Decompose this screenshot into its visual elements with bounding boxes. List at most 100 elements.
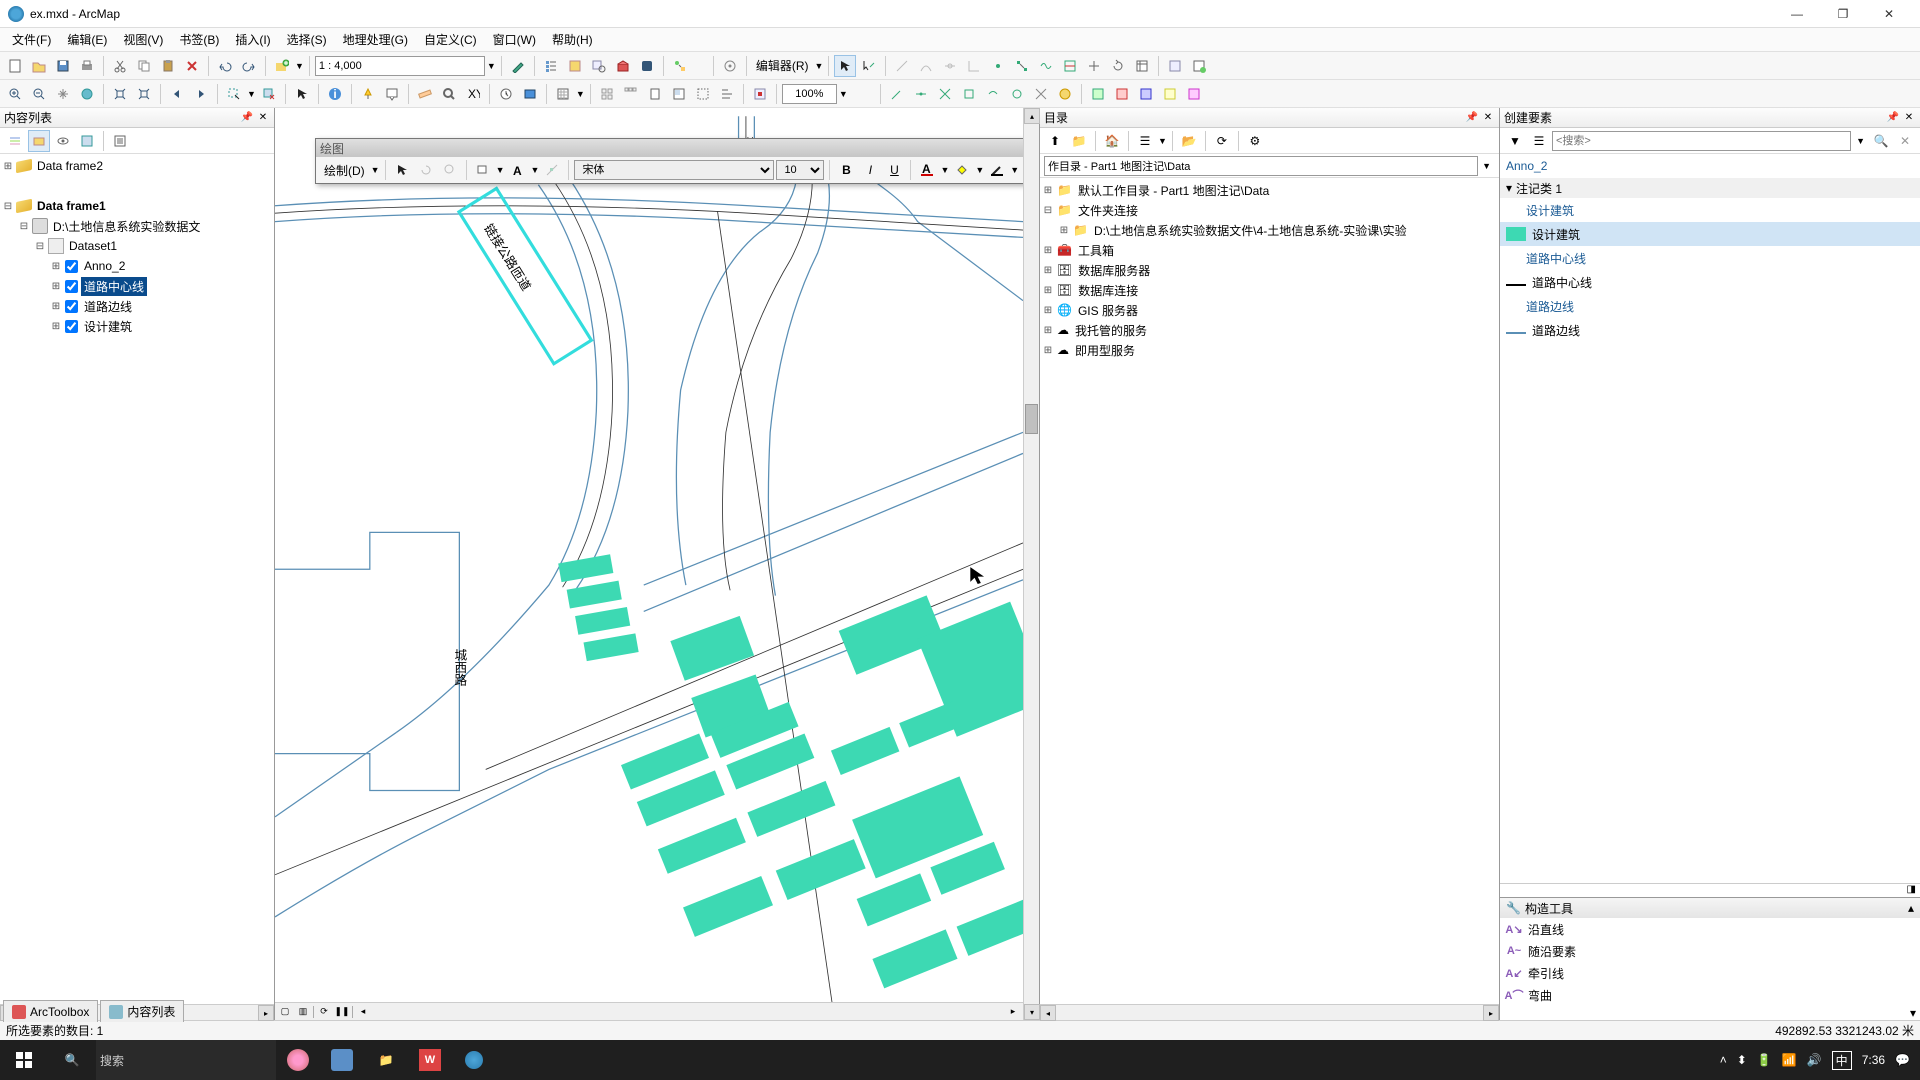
layer-checkbox[interactable]	[65, 300, 78, 313]
cat-folder-conn[interactable]: ⊟📁文件夹连接	[1042, 200, 1497, 220]
align-button[interactable]	[716, 83, 738, 105]
vscroll-up[interactable]: ▴	[1024, 108, 1040, 124]
draw-menu[interactable]: 绘制(D)	[320, 162, 369, 179]
modelbuilder-button[interactable]	[669, 55, 691, 77]
scroll-down-icon[interactable]: ▾	[1910, 1006, 1916, 1020]
search-button[interactable]: 🔍	[1870, 130, 1892, 152]
attributes-button[interactable]	[1131, 55, 1153, 77]
taskbar-search-icon[interactable]: 🔍	[48, 1040, 96, 1080]
expand-icon[interactable]: ◨	[1907, 884, 1916, 897]
trace-tool[interactable]	[939, 55, 961, 77]
italic-button[interactable]: I	[859, 159, 881, 181]
construct-leader[interactable]: A↙牵引线	[1500, 962, 1920, 984]
hscroll-right[interactable]: ▸	[1005, 1005, 1021, 1019]
connect-folder-button[interactable]: 📁	[1068, 130, 1090, 152]
cat-default-wd[interactable]: ⊞📁默认工作目录 - Part1 地图注记\Data	[1042, 180, 1497, 200]
cat-ready-svc[interactable]: ⊞☁即用型服务	[1042, 340, 1497, 360]
pin-icon[interactable]: 📌	[1886, 111, 1900, 125]
tray-ime[interactable]: 中	[1832, 1051, 1852, 1070]
rotate-element[interactable]	[415, 159, 437, 181]
undo-button[interactable]	[214, 55, 236, 77]
tray-time[interactable]: 7:36	[1862, 1053, 1885, 1067]
right-angle-tool[interactable]	[963, 55, 985, 77]
cat-my-hosted[interactable]: ⊞☁我托管的服务	[1042, 320, 1497, 340]
taskbar-app1[interactable]	[276, 1040, 320, 1080]
taskbar-search-box[interactable]: 搜索	[96, 1040, 276, 1080]
list-drawing-order[interactable]	[4, 130, 26, 152]
menu-help[interactable]: 帮助(H)	[544, 28, 601, 51]
fill-color[interactable]	[951, 159, 973, 181]
cat-long-path[interactable]: ⊞📁D:\土地信息系统实验数据文件\4-土地信息系统-实验课\实验	[1042, 220, 1497, 240]
vscroll-down[interactable]: ▾	[1024, 1004, 1040, 1020]
hscroll-left[interactable]: ◂	[1040, 1005, 1056, 1021]
layer-anno2[interactable]: Anno_2	[1500, 154, 1920, 178]
close-icon[interactable]: ✕	[1481, 111, 1495, 125]
select-features-button[interactable]	[223, 83, 245, 105]
tray-battery-icon[interactable]: 🔋	[1757, 1053, 1772, 1067]
layer-checkbox[interactable]	[65, 280, 78, 293]
pan-button[interactable]	[52, 83, 74, 105]
menu-select[interactable]: 选择(S)	[279, 28, 335, 51]
layer-checkbox[interactable]	[65, 320, 78, 333]
dataframe-button[interactable]	[692, 83, 714, 105]
taskbar-wps[interactable]: W	[408, 1040, 452, 1080]
tab-toc[interactable]: 内容列表	[100, 1000, 184, 1022]
select-elements[interactable]	[391, 159, 413, 181]
hyperlink-button[interactable]	[357, 83, 379, 105]
start-button[interactable]	[0, 1040, 48, 1080]
maximize-button[interactable]: ❐	[1820, 0, 1866, 28]
straight-segment[interactable]	[891, 55, 913, 77]
arc-segment[interactable]	[915, 55, 937, 77]
menu-view[interactable]: 视图(V)	[115, 28, 171, 51]
marker-color[interactable]	[1021, 159, 1023, 181]
home-button[interactable]: 🏠	[1101, 130, 1123, 152]
zoom-in-button[interactable]	[4, 83, 26, 105]
map-vscroll[interactable]: ▴ ▾	[1023, 108, 1039, 1020]
taskbar-explorer[interactable]: 📁	[364, 1040, 408, 1080]
rectangle-dropdown[interactable]	[472, 159, 494, 181]
template-road-edge-link[interactable]: 道路边线	[1500, 294, 1920, 318]
search-input[interactable]	[1552, 131, 1851, 151]
table-button[interactable]	[552, 83, 574, 105]
construct-along-line[interactable]: A↘沿直线	[1500, 918, 1920, 940]
menu-geoprocessing[interactable]: 地理处理(G)	[335, 28, 416, 51]
split-tool[interactable]	[1083, 55, 1105, 77]
layout-view-button[interactable]: ▥	[295, 1005, 311, 1019]
save-button[interactable]	[52, 55, 74, 77]
point-tool[interactable]	[987, 55, 1009, 77]
construct-follow-feature[interactable]: A~随沿要素	[1500, 940, 1920, 962]
topo-edit1[interactable]	[886, 83, 908, 105]
map-canvas[interactable]: 绘图 ▼ ✕ 绘制(D)▼ ▼ A▼	[275, 108, 1023, 1020]
topo-edit5[interactable]	[982, 83, 1004, 105]
hscroll-right[interactable]: ▸	[1483, 1005, 1499, 1021]
sketch-props-button[interactable]	[1164, 55, 1186, 77]
topo-edit4[interactable]	[958, 83, 980, 105]
topo-edit6[interactable]	[1006, 83, 1028, 105]
underline-button[interactable]: U	[883, 159, 905, 181]
edit-vertices-el[interactable]	[541, 159, 563, 181]
topo-fixes[interactable]	[1135, 83, 1157, 105]
redo-button[interactable]	[238, 55, 260, 77]
menu-bookmarks[interactable]: 书签(B)	[171, 28, 227, 51]
zoom-out-button[interactable]	[28, 83, 50, 105]
time-slider-button[interactable]	[495, 83, 517, 105]
taskbar-app2[interactable]	[320, 1040, 364, 1080]
bold-button[interactable]: B	[835, 159, 857, 181]
arctoolbox-button[interactable]	[612, 55, 634, 77]
tree-view[interactable]: ☰	[1134, 130, 1156, 152]
toc-layer-building[interactable]: ⊞ 设计建筑	[2, 316, 272, 336]
clear-selection-button[interactable]	[258, 83, 280, 105]
toc-df1[interactable]: ⊟ Data frame1	[2, 196, 272, 216]
refresh-button[interactable]: ⟳	[316, 1005, 332, 1019]
pin-icon[interactable]: 📌	[240, 111, 254, 125]
template-building-link[interactable]: 设计建筑	[1500, 198, 1920, 222]
edit-vertices[interactable]	[1011, 55, 1033, 77]
font-select[interactable]: 宋体	[574, 160, 774, 180]
identify-button[interactable]: i	[324, 83, 346, 105]
tray-usb-icon[interactable]: ⬍	[1737, 1053, 1747, 1067]
topo-edit2[interactable]	[910, 83, 932, 105]
menu-insert[interactable]: 插入(I)	[227, 28, 278, 51]
viewer-button[interactable]	[519, 83, 541, 105]
tray-notifications-icon[interactable]: 💬	[1895, 1053, 1910, 1067]
snapping-button[interactable]	[719, 55, 741, 77]
